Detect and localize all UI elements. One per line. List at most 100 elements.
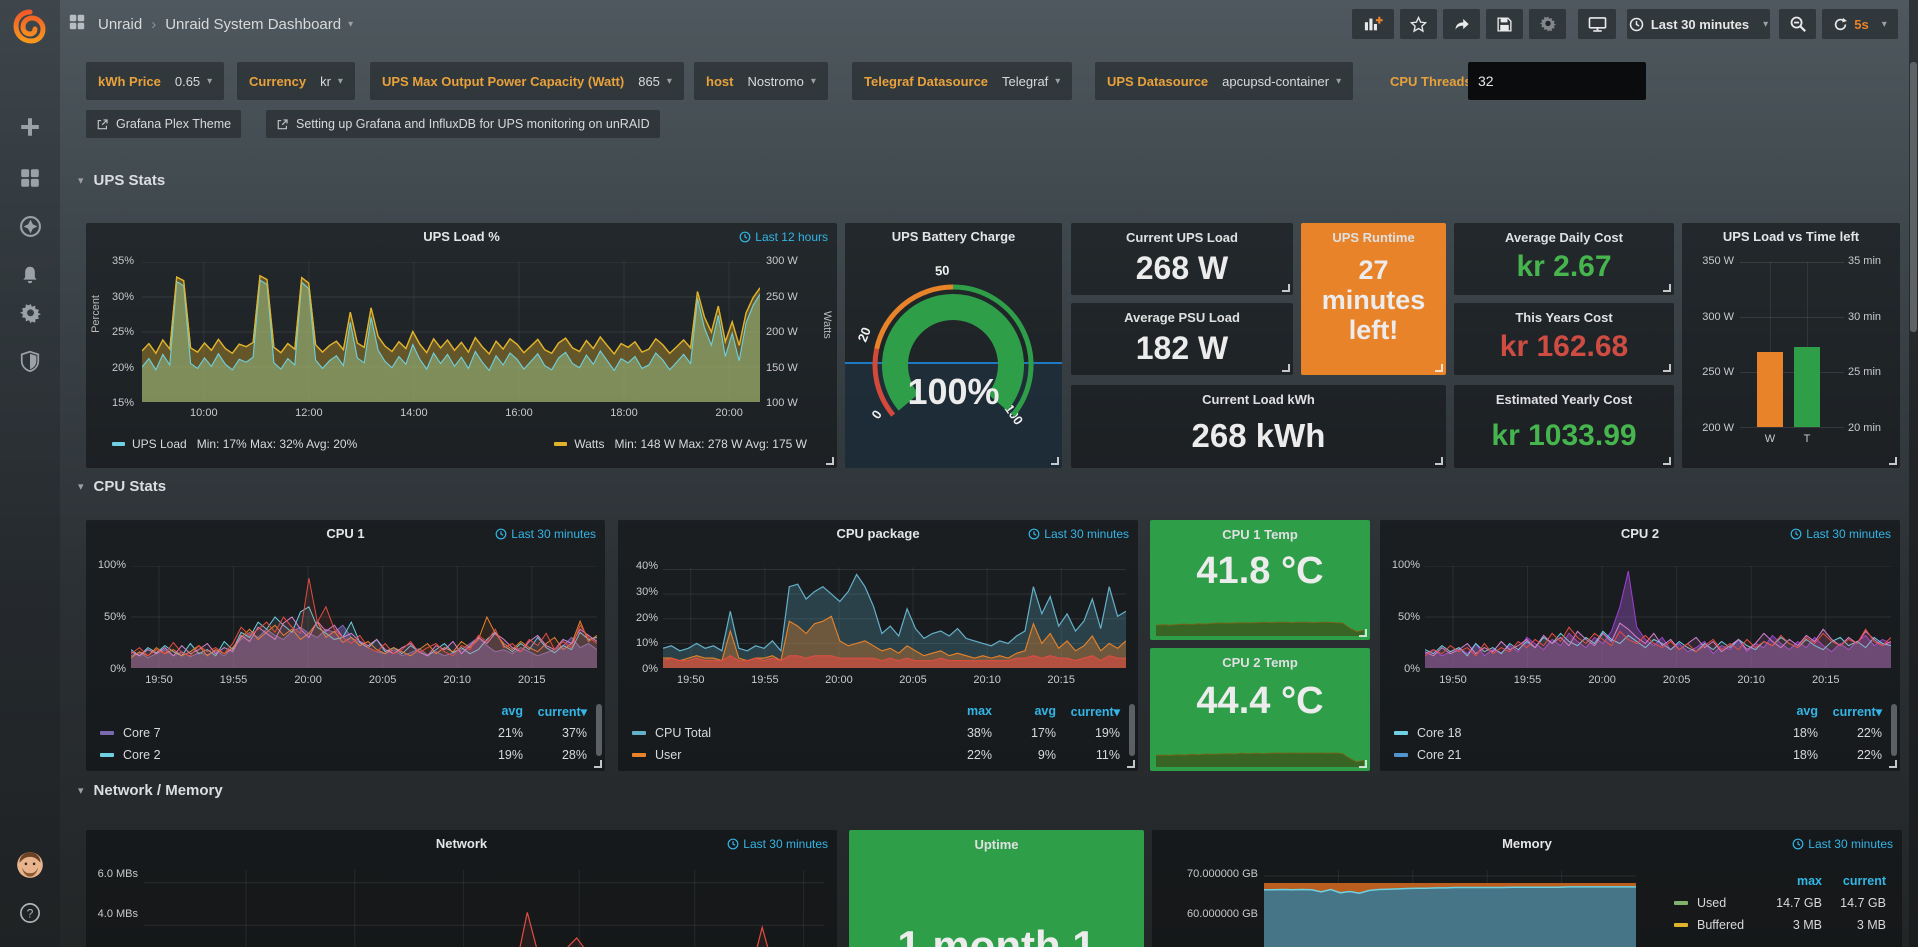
cpu2-temp-sparkline [1156, 731, 1364, 767]
gauge-value: 100% [845, 371, 1062, 413]
panel-title[interactable]: Estimated Yearly Cost [1454, 392, 1674, 407]
dashboard-link-plex-theme[interactable]: Grafana Plex Theme [86, 110, 241, 138]
tv-mode-button[interactable] [1578, 9, 1616, 39]
y-axis-left: 35%30%25%20%15% [86, 255, 134, 409]
section-network-memory[interactable]: ▾Network / Memory [78, 782, 223, 799]
y-axis-left: 70.000000 GB60.000000 GB50.000000 GB [1152, 868, 1258, 947]
chart-legend[interactable]: avgcurrent▾Core 1818%22%Core 2118%22% [1392, 700, 1882, 766]
panel-title[interactable]: Memory [1152, 836, 1902, 851]
breadcrumb-app[interactable]: Unraid [98, 16, 142, 33]
user-avatar[interactable] [0, 845, 60, 885]
memory-chart[interactable] [1264, 870, 1636, 947]
variable-ups-max-power[interactable]: UPS Max Output Power Capacity (Watt) 865… [370, 62, 684, 100]
variable-telegraf-datasource[interactable]: Telegraf Datasource Telegraf▾ [852, 62, 1072, 100]
panel-title[interactable]: CPU 2 Temp [1150, 655, 1370, 670]
grafana-logo[interactable] [0, 4, 60, 52]
chevron-down-icon: ▾ [78, 480, 84, 493]
dashboard-picker-icon[interactable] [68, 13, 86, 35]
panel-time-range[interactable]: Last 12 hours [739, 230, 828, 244]
y-axis-left: 6.0 MBs4.0 MBs2.0 MBs [86, 868, 138, 947]
panel-title[interactable]: Average PSU Load [1071, 310, 1293, 325]
star-icon [1410, 16, 1427, 33]
panel-title[interactable]: UPS Runtime [1301, 230, 1446, 245]
variable-value: Telegraf [1002, 74, 1048, 89]
variable-ups-datasource[interactable]: UPS Datasource apcupsd-container▾ [1095, 62, 1353, 100]
panel-title[interactable]: UPS Battery Charge [845, 229, 1062, 244]
sidebar-item-configuration[interactable] [0, 293, 60, 333]
chart-legend[interactable]: maxavgcurrent▾CPU Total38%17%19%User22%9… [630, 700, 1120, 766]
variable-label: Telegraf Datasource [864, 74, 988, 89]
stat-value: 41.8 °C [1150, 550, 1370, 593]
x-axis: 10:0012:0014:0016:0018:0020:00 [142, 407, 760, 421]
cpu1-temp-sparkline [1156, 600, 1364, 636]
zoom-out-button[interactable] [1779, 9, 1816, 39]
sidebar-item-server-admin[interactable] [0, 341, 60, 381]
panel-ups-load: UPS Load % Last 12 hours Percent Watts 3… [86, 223, 837, 468]
sidebar-item-help[interactable]: ? [0, 893, 60, 933]
page-scrollbar[interactable] [1909, 0, 1918, 947]
star-dashboard-button[interactable] [1400, 9, 1437, 39]
clock-icon [1792, 838, 1804, 850]
cpu2-chart[interactable] [1425, 566, 1891, 668]
section-cpu-stats[interactable]: ▾CPU Stats [78, 478, 166, 495]
refresh-icon [1833, 17, 1848, 32]
scrollbar-thumb[interactable] [1910, 62, 1917, 332]
panel-time-range[interactable]: Last 30 minutes [495, 527, 596, 541]
panel-title[interactable]: UPS Load % [86, 229, 837, 244]
variable-kwh-price[interactable]: kWh Price 0.65▾ [86, 62, 224, 100]
cpu-threads-input[interactable] [1468, 62, 1646, 100]
legend-scrollbar[interactable] [1891, 704, 1897, 756]
dashboard-link-ups-monitoring[interactable]: Setting up Grafana and InfluxDB for UPS … [266, 110, 660, 138]
panel-title[interactable]: This Years Cost [1454, 310, 1674, 325]
section-ups-stats[interactable]: ▾UPS Stats [78, 172, 165, 189]
panel-cpu1: CPU 1 Last 30 minutes 100%50%0% 19:5019:… [86, 520, 605, 771]
panel-title[interactable]: CPU 1 Temp [1150, 527, 1370, 542]
chevron-down-icon[interactable]: ▾ [348, 19, 353, 30]
cpu-package-chart[interactable] [663, 567, 1126, 668]
sidebar-item-dashboards[interactable] [0, 158, 60, 198]
network-chart[interactable] [144, 870, 824, 947]
panel-title[interactable]: Current Load kWh [1071, 392, 1446, 407]
sidebar: ? [0, 0, 60, 947]
y-axis-left: 100%50%0% [1380, 559, 1420, 675]
panel-ups-load-vs-time: UPS Load vs Time left 350 W300 W250 W200… [1682, 223, 1900, 468]
bar-chart[interactable] [1740, 262, 1844, 427]
gear-icon [19, 302, 42, 325]
panel-time-range[interactable]: Last 30 minutes [1792, 837, 1893, 851]
breadcrumb-page-title[interactable]: Unraid System Dashboard [165, 16, 341, 33]
add-panel-button[interactable] [1352, 9, 1394, 39]
chart-legend[interactable]: UPS LoadMin: 17% Max: 32% Avg: 20%WattsM… [96, 437, 823, 451]
panel-title[interactable]: Uptime [849, 837, 1144, 852]
panel-title[interactable]: Current UPS Load [1071, 230, 1293, 245]
share-dashboard-button[interactable] [1443, 9, 1480, 39]
monitor-icon [1588, 16, 1607, 33]
cpu1-chart[interactable] [131, 566, 597, 668]
panel-current-load-kwh: Current Load kWh 268 kWh [1071, 385, 1446, 468]
panel-title[interactable]: Average Daily Cost [1454, 230, 1674, 245]
legend-scrollbar[interactable] [596, 704, 602, 756]
save-dashboard-button[interactable] [1486, 9, 1523, 39]
sidebar-item-explore[interactable] [0, 206, 60, 246]
refresh-picker[interactable]: 5s ▾ [1822, 9, 1898, 39]
panel-title[interactable]: UPS Load vs Time left [1682, 229, 1900, 244]
panel-average-daily-cost: Average Daily Cost kr 2.67 [1454, 223, 1674, 295]
clock-icon [1790, 528, 1802, 540]
variable-host[interactable]: host Nostromo▾ [694, 62, 828, 100]
ups-load-chart[interactable] [142, 262, 760, 402]
panel-time-range[interactable]: Last 30 minutes [1028, 527, 1129, 541]
sidebar-item-alerting[interactable] [0, 255, 60, 295]
variable-value: kr [320, 74, 331, 89]
chevron-down-icon: ▾ [1763, 19, 1768, 30]
panel-time-range[interactable]: Last 30 minutes [727, 837, 828, 851]
legend-scrollbar[interactable] [1129, 704, 1135, 756]
chart-legend[interactable]: avgcurrent▾Core 721%37%Core 219%28% [98, 700, 587, 766]
time-picker[interactable]: Last 30 minutes ▾ [1627, 9, 1770, 39]
variable-value: Nostromo [747, 74, 803, 89]
panel-title[interactable]: Network [86, 836, 837, 851]
chart-legend[interactable]: maxcurrentUsed14.7 GB14.7 GBBuffered3 MB… [1672, 870, 1886, 936]
bar-T [1794, 347, 1820, 427]
variable-currency[interactable]: Currency kr▾ [237, 62, 355, 100]
panel-time-range[interactable]: Last 30 minutes [1790, 527, 1891, 541]
sidebar-item-create[interactable] [0, 107, 60, 147]
dashboard-settings-button[interactable] [1529, 9, 1566, 39]
